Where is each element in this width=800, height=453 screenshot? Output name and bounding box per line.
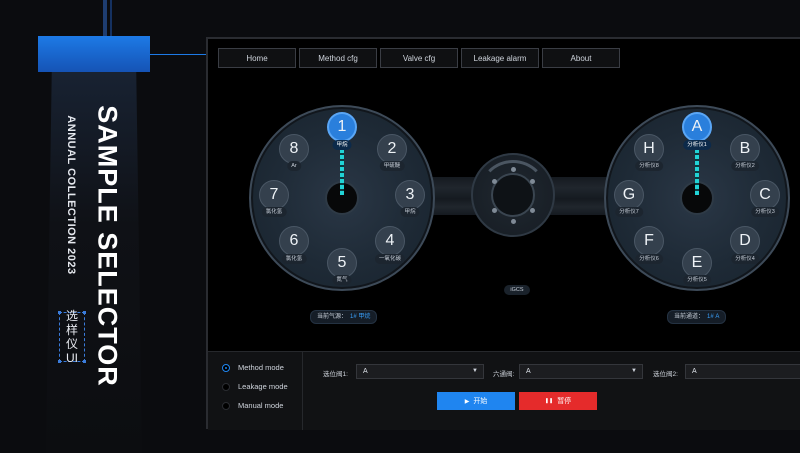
poster-cn-title: 选 样 仪 UI	[58, 309, 86, 365]
center-valve-label: iGCS	[504, 285, 530, 295]
source-port-1[interactable]: 1	[327, 112, 357, 142]
current-channel-value: 1# A	[707, 314, 720, 320]
six-way-select-label: 六通阀:	[493, 371, 515, 378]
poster-cn-char: 仪	[65, 337, 78, 351]
tab-valve-cfg[interactable]: Valve cfg	[380, 48, 458, 68]
control-panel: Method mode Leakage mode Manual mode 选位阀…	[208, 351, 800, 430]
channel-port-f[interactable]: F	[634, 226, 664, 256]
poster-cn-char: 选	[65, 309, 78, 323]
channel-port-e-label: 分析仪5	[683, 275, 711, 285]
poster-cn-char: UI	[66, 351, 78, 365]
channel-port-d-label: 分析仪4	[731, 254, 759, 264]
source-port-5-label: 氮气	[332, 275, 352, 285]
tab-leakage-alarm[interactable]: Leakage alarm	[461, 48, 539, 68]
valve-port-dot	[492, 179, 497, 184]
channel-port-a-label: 分析仪1	[683, 140, 711, 150]
valve2-select[interactable]: A	[685, 364, 800, 379]
source-port-8-label: Ar	[287, 161, 301, 171]
valve1-select[interactable]: A ▼	[356, 364, 484, 379]
pause-button-label: 暂停	[557, 398, 572, 405]
tab-method-cfg[interactable]: Method cfg	[299, 48, 377, 68]
valve-port-dot	[530, 208, 535, 213]
source-port-1-label: 甲烷	[332, 140, 352, 150]
source-port-5[interactable]: 5	[327, 248, 357, 278]
valve1-select-value: A	[363, 368, 368, 375]
radio-method[interactable]	[222, 363, 230, 372]
poster-cn-char: 样	[65, 323, 78, 337]
source-port-7[interactable]: 7	[259, 180, 289, 210]
chevron-down-icon: ▼	[631, 368, 637, 374]
center-valve-core	[491, 173, 535, 217]
source-port-2[interactable]: 2	[377, 134, 407, 164]
source-port-2-label: 甲硫醚	[379, 161, 405, 171]
mode-option-leakage[interactable]: Leakage mode	[222, 382, 288, 391]
current-source-status: 当前气源： 1# 甲烷	[310, 310, 378, 324]
source-port-6-label: 氯化氢	[281, 254, 307, 264]
start-button-label: 开始	[473, 398, 488, 405]
channel-port-e[interactable]: E	[682, 248, 712, 278]
radio-manual[interactable]	[222, 401, 230, 410]
pause-button[interactable]: ❚❚ 暂停	[519, 392, 597, 410]
valve2-select-value: A	[692, 368, 697, 375]
source-port-8[interactable]: 8	[279, 134, 309, 164]
mode-option-manual[interactable]: Manual mode	[222, 401, 283, 410]
poster-subtitle: ANNUAL COLLECTION 2023	[65, 115, 77, 275]
source-port-7-label: 氯化氢	[261, 207, 287, 217]
valve1-select-label: 选位阀1:	[323, 371, 348, 378]
valve-port-dot	[511, 167, 516, 172]
current-source-value: 1# 甲烷	[350, 314, 371, 320]
current-source-label: 当前气源：	[317, 314, 348, 320]
source-port-3-label: 甲烷	[400, 207, 420, 217]
app-window: Home Method cfg Valve cfg Leakage alarm …	[206, 37, 800, 430]
chevron-down-icon: ▼	[472, 368, 478, 374]
channel-dial-pointer	[695, 143, 699, 195]
channel-port-g-label: 分析仪7	[615, 207, 643, 217]
channel-port-h[interactable]: H	[634, 134, 664, 164]
channel-port-b-label: 分析仪2	[731, 161, 759, 171]
channel-port-g[interactable]: G	[614, 180, 644, 210]
mode-option-method[interactable]: Method mode	[222, 363, 284, 372]
source-port-4[interactable]: 4	[375, 226, 405, 256]
six-way-select-value: A	[526, 368, 531, 375]
source-port-3[interactable]: 3	[395, 180, 425, 210]
tab-home[interactable]: Home	[218, 48, 296, 68]
source-port-4-label: 一氧化碳	[374, 254, 406, 264]
valve-port-dot	[511, 219, 516, 224]
play-icon: ▶	[464, 398, 470, 405]
source-port-6[interactable]: 6	[279, 226, 309, 256]
mode-label-manual: Manual mode	[238, 401, 284, 410]
six-way-select[interactable]: A ▼	[519, 364, 643, 379]
valve2-select-label: 选位阀2:	[653, 371, 678, 378]
source-dial-pointer	[340, 143, 344, 195]
current-channel-label: 当前通道：	[674, 314, 705, 320]
channel-port-c[interactable]: C	[750, 180, 780, 210]
current-channel-status: 当前通道： 1# A	[667, 310, 727, 324]
pause-icon: ❚❚	[544, 398, 554, 404]
tab-about[interactable]: About	[542, 48, 620, 68]
valve-port-dot	[492, 208, 497, 213]
panel-divider	[302, 352, 303, 430]
decor-line	[150, 54, 206, 55]
channel-port-d[interactable]: D	[730, 226, 760, 256]
banner-header	[38, 36, 150, 72]
channel-port-h-label: 分析仪8	[635, 161, 663, 171]
radio-leakage[interactable]	[222, 382, 230, 391]
valve-port-dot	[530, 179, 535, 184]
start-button[interactable]: ▶ 开始	[437, 392, 515, 410]
decor-line	[103, 0, 107, 40]
channel-port-b[interactable]: B	[730, 134, 760, 164]
decor-line	[110, 0, 112, 40]
channel-port-f-label: 分析仪6	[635, 254, 663, 264]
mode-label-method: Method mode	[238, 363, 284, 372]
valve-diagram: iGCS 1 甲烷 2 甲硫醚 3 甲烷 4 一氧化碳 5 氮气 6 氯化氢 7…	[208, 73, 800, 351]
channel-port-a[interactable]: A	[682, 112, 712, 142]
nav-tabs: Home Method cfg Valve cfg Leakage alarm …	[218, 48, 620, 68]
channel-port-c-label: 分析仪3	[751, 207, 779, 217]
poster-title: SAMPLE SELECTOR	[92, 105, 123, 387]
mode-label-leakage: Leakage mode	[238, 382, 288, 391]
